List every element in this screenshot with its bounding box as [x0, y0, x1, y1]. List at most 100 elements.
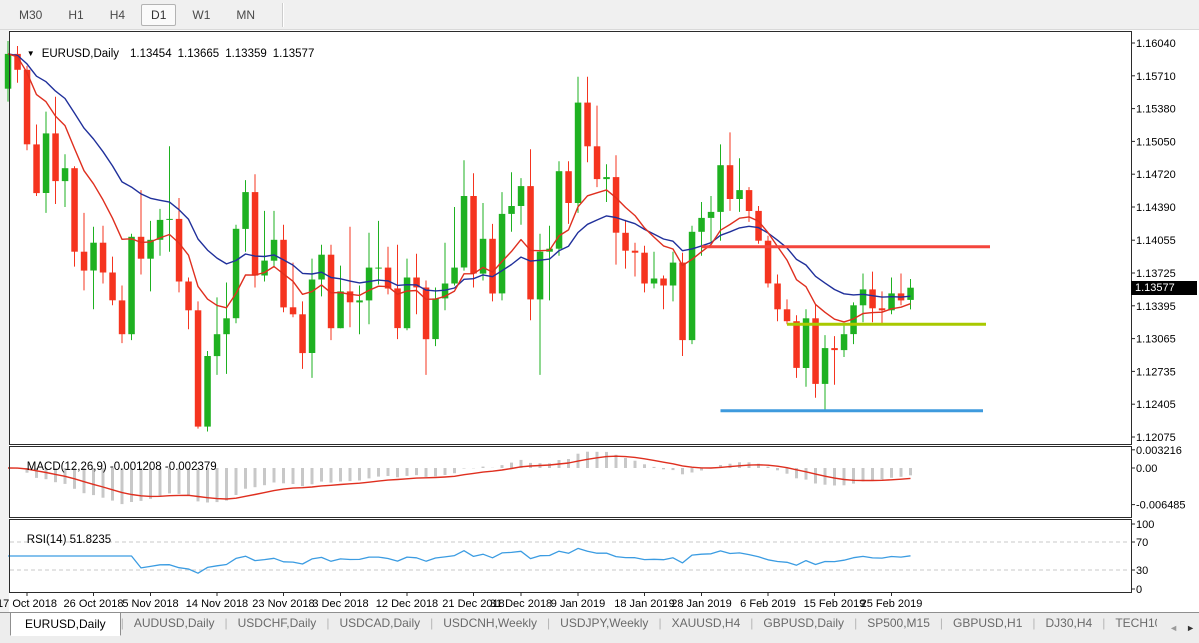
- rsi-panel-label: RSI(14) 51.8235: [14, 522, 111, 558]
- candle: [527, 186, 534, 299]
- macd-axis-min: -0.006485: [1136, 500, 1186, 512]
- candle: [622, 233, 629, 251]
- ohlc-high: 1.13665: [178, 48, 220, 60]
- candle: [793, 321, 800, 368]
- candle: [727, 165, 734, 199]
- candle: [879, 308, 886, 310]
- candle: [71, 168, 78, 252]
- rsi-axis-label: 70: [1136, 537, 1148, 549]
- candle: [613, 177, 620, 233]
- rsi-axis-label: 100: [1136, 519, 1154, 531]
- price-axis-label: 1.15710: [1136, 71, 1176, 83]
- date-axis-label: 3 Dec 2018: [312, 598, 368, 610]
- rsi-axis-label: 0: [1136, 584, 1142, 596]
- symbol-dropdown-icon[interactable]: ▼: [27, 49, 35, 58]
- candle: [375, 268, 382, 269]
- candle: [717, 165, 724, 212]
- candle: [62, 168, 69, 181]
- candle: [470, 196, 477, 274]
- candle: [128, 237, 135, 334]
- rsi-label: RSI(14): [27, 534, 67, 546]
- ohlc-close: 1.13577: [273, 48, 315, 60]
- date-axis-label: 28 Jan 2019: [671, 598, 732, 610]
- candle: [831, 348, 838, 350]
- candle: [907, 288, 914, 300]
- candle: [195, 310, 202, 426]
- candle: [508, 206, 515, 214]
- candle: [214, 334, 221, 356]
- candle: [356, 300, 363, 302]
- candle: [5, 54, 12, 89]
- candle: [119, 300, 126, 334]
- candle: [290, 307, 297, 314]
- candle: [603, 177, 610, 179]
- candle: [109, 273, 116, 301]
- price-axis-label: 1.13065: [1136, 334, 1176, 346]
- rsi-axis-label: 30: [1136, 565, 1148, 577]
- price-axis-label: 1.13725: [1136, 268, 1176, 280]
- candle: [584, 103, 591, 147]
- candle: [632, 251, 639, 253]
- price-axis-label: 1.14055: [1136, 235, 1176, 247]
- date-axis-label: 14 Nov 2018: [186, 598, 248, 610]
- candle: [451, 268, 458, 284]
- candle: [366, 268, 373, 301]
- price-axis-label: 1.15050: [1136, 136, 1176, 148]
- date-axis-label: 5 Nov 2018: [122, 598, 178, 610]
- mt4-window: M30H1H4D1W1MN 1.160401.157101.153801.150…: [0, 0, 1199, 643]
- tab-scroll-right-icon[interactable]: ►: [1186, 623, 1195, 633]
- candle: [812, 318, 819, 384]
- candle: [774, 284, 781, 310]
- date-axis-label: 12 Dec 2018: [376, 598, 438, 610]
- candle: [841, 334, 848, 350]
- price-axis-label: 1.14720: [1136, 169, 1176, 181]
- price-axis-label: 1.12735: [1136, 366, 1176, 378]
- tab-scroll-arrows: ◄►: [1157, 618, 1195, 636]
- candle: [736, 190, 743, 199]
- candle: [223, 318, 230, 334]
- candle: [385, 268, 392, 289]
- date-axis-label: 15 Feb 2019: [804, 598, 866, 610]
- candle: [670, 263, 677, 286]
- candle: [784, 309, 791, 321]
- candle: [24, 70, 31, 145]
- candle: [242, 192, 249, 229]
- candle: [822, 348, 829, 384]
- candle: [803, 318, 810, 368]
- candle: [347, 291, 354, 302]
- macd-label: MACD(12,26,9): [27, 461, 107, 473]
- rsi-value: 51.8235: [70, 534, 112, 546]
- candle: [100, 243, 107, 273]
- candle: [233, 229, 240, 318]
- candle: [176, 219, 183, 282]
- date-axis-label: 9 Jan 2019: [551, 598, 605, 610]
- candle: [461, 196, 468, 268]
- candle: [489, 239, 496, 294]
- candle: [90, 243, 97, 271]
- candle: [432, 298, 439, 339]
- candle: [52, 133, 59, 181]
- macd-axis-zero: 0.00: [1136, 463, 1157, 475]
- ohlc-open: 1.13454: [130, 48, 172, 60]
- candle: [204, 356, 211, 427]
- ohlc-low: 1.13359: [225, 48, 267, 60]
- candle: [166, 219, 173, 220]
- price-axis-label: 1.12405: [1136, 399, 1176, 411]
- candle: [698, 218, 705, 232]
- candle: [565, 171, 572, 203]
- candle: [138, 237, 145, 259]
- price-axis-label: 1.16040: [1136, 38, 1176, 50]
- date-axis-label: 17 Oct 2018: [0, 598, 57, 610]
- candle: [860, 289, 867, 305]
- candle: [299, 314, 306, 353]
- tab-scroll-left-icon[interactable]: ◄: [1169, 623, 1178, 633]
- candle: [185, 282, 192, 311]
- candle: [651, 279, 658, 284]
- rsi-pane-bg: [9, 519, 1131, 592]
- date-axis-label: 6 Feb 2019: [740, 598, 796, 610]
- candle: [575, 103, 582, 203]
- chart-canvas[interactable]: 1.160401.157101.153801.150501.147201.143…: [0, 0, 1199, 643]
- candle: [271, 240, 278, 261]
- candle: [755, 211, 762, 241]
- candle: [337, 291, 344, 328]
